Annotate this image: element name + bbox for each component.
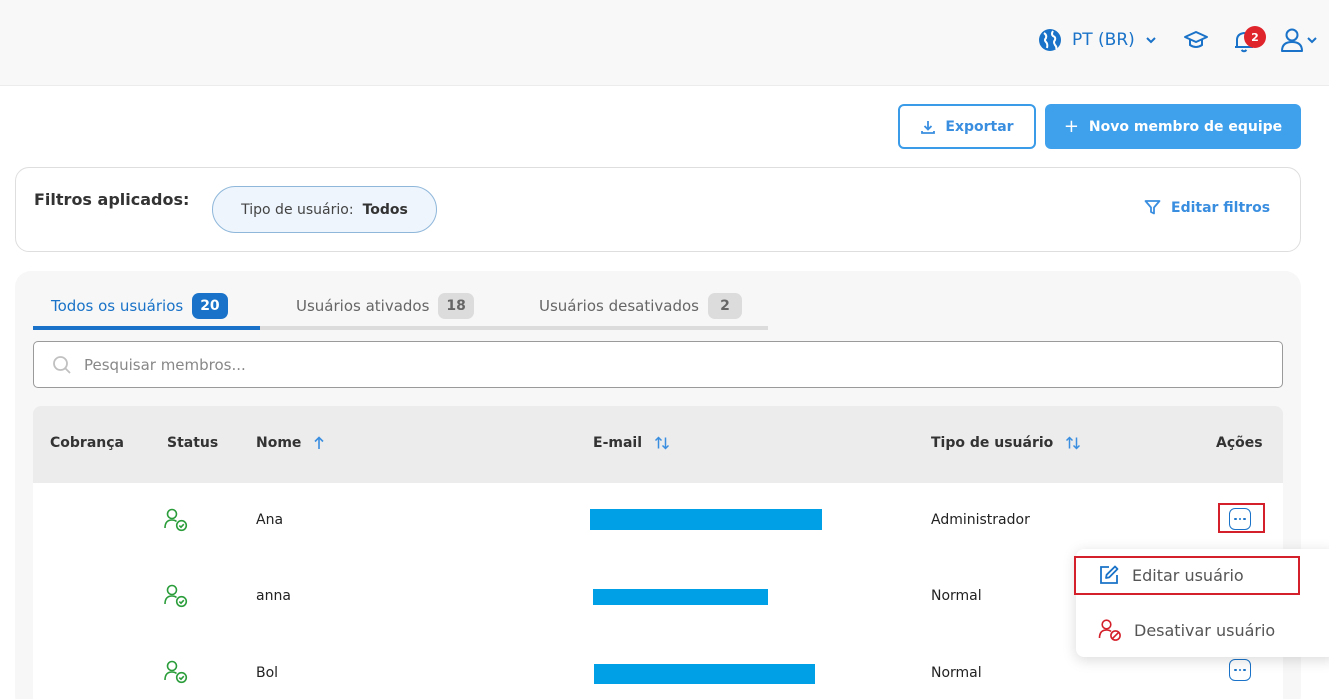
column-billing: Cobrança bbox=[50, 435, 124, 451]
column-billing-label: Cobrança bbox=[50, 435, 124, 451]
column-name-label: Nome bbox=[256, 435, 302, 451]
row-actions-menu: Editar usuário Desativar usuário bbox=[1074, 549, 1329, 657]
new-member-button[interactable]: + Novo membro de equipe bbox=[1045, 104, 1301, 149]
column-status-label: Status bbox=[167, 435, 219, 451]
deactivate-user-label: Desativar usuário bbox=[1134, 620, 1276, 640]
user-active-icon bbox=[164, 660, 188, 684]
search-icon bbox=[53, 355, 71, 374]
highlight-box bbox=[1218, 503, 1265, 533]
filters-label: Filtros aplicados: bbox=[34, 190, 190, 209]
column-status: Status bbox=[167, 435, 218, 451]
redacted-email bbox=[594, 664, 815, 684]
column-actions: Ações bbox=[1216, 435, 1263, 451]
export-label: Exportar bbox=[945, 118, 1014, 135]
edit-filters-button[interactable]: Editar filtros bbox=[1144, 199, 1270, 216]
edit-filters-label: Editar filtros bbox=[1171, 199, 1271, 216]
dot bbox=[1234, 668, 1237, 672]
row-actions-button[interactable] bbox=[1229, 659, 1251, 681]
funnel-icon bbox=[1144, 200, 1161, 215]
tab-count: 2 bbox=[707, 293, 742, 319]
dot bbox=[1243, 668, 1246, 672]
dot bbox=[1238, 668, 1242, 672]
tab-active-users[interactable]: Usuários ativados 18 bbox=[296, 293, 474, 319]
user-name: Ana bbox=[256, 512, 284, 528]
user-type: Administrador bbox=[931, 512, 1030, 528]
tab-all-users[interactable]: Todos os usuários 20 bbox=[51, 293, 228, 319]
filter-chip-user-type[interactable]: Tipo de usuário: Todos bbox=[212, 186, 437, 233]
user-deactivate-icon bbox=[1098, 619, 1121, 641]
plus-icon: + bbox=[1063, 116, 1079, 137]
tab-label: Usuários ativados bbox=[296, 297, 430, 315]
notification-badge: 2 bbox=[1244, 26, 1266, 48]
column-email[interactable]: E-mail bbox=[593, 435, 670, 451]
column-email-label: E-mail bbox=[593, 435, 643, 451]
column-name[interactable]: Nome bbox=[256, 435, 325, 451]
search-input[interactable] bbox=[84, 355, 1234, 374]
column-actions-label: Ações bbox=[1216, 435, 1263, 451]
tab-label: Todos os usuários bbox=[51, 297, 184, 315]
sort-ascending-icon[interactable] bbox=[313, 436, 325, 450]
graduation-cap-button[interactable] bbox=[1183, 27, 1209, 57]
table-row: Ana Administrador bbox=[33, 483, 1283, 559]
redacted-email bbox=[593, 589, 768, 605]
user-type: Normal bbox=[931, 588, 982, 604]
language-selector[interactable]: PT (BR) bbox=[1038, 28, 1157, 52]
column-user-type[interactable]: Tipo de usuário bbox=[931, 435, 1081, 451]
search-box bbox=[33, 341, 1283, 388]
globe-icon bbox=[1039, 29, 1061, 51]
download-icon bbox=[921, 120, 936, 134]
user-menu-button[interactable] bbox=[1280, 27, 1322, 59]
user-active-icon bbox=[164, 508, 188, 532]
tab-count: 20 bbox=[192, 293, 228, 319]
deactivate-user-menu-item[interactable]: Desativar usuário bbox=[1076, 609, 1329, 651]
filter-chip-value: Todos bbox=[362, 201, 408, 218]
applied-filters-panel: Filtros aplicados: Tipo de usuário: Todo… bbox=[15, 167, 1301, 252]
table-header: Cobrança Status Nome E-mail Tipo de usuá… bbox=[33, 406, 1283, 483]
user-active-icon bbox=[164, 584, 188, 608]
new-member-label: Novo membro de equipe bbox=[1088, 118, 1283, 135]
user-name: anna bbox=[256, 588, 291, 604]
highlight-box bbox=[1074, 556, 1300, 595]
tab-count: 18 bbox=[438, 293, 474, 319]
tab-label: Usuários desativados bbox=[539, 297, 699, 315]
user-type: Normal bbox=[931, 665, 982, 681]
column-user-type-label: Tipo de usuário bbox=[931, 435, 1054, 451]
user-icon bbox=[1281, 28, 1317, 52]
tab-deactivated-users[interactable]: Usuários desativados 2 bbox=[539, 293, 742, 319]
chevron-down-icon bbox=[1146, 37, 1156, 44]
language-label: PT (BR) bbox=[1072, 30, 1135, 50]
sort-toggle-icon[interactable] bbox=[654, 436, 670, 450]
sort-toggle-icon[interactable] bbox=[1065, 436, 1081, 450]
export-button[interactable]: Exportar bbox=[898, 104, 1036, 149]
redacted-email bbox=[590, 509, 822, 530]
tab-active-indicator bbox=[33, 326, 260, 330]
filter-chip-key: Tipo de usuário: bbox=[241, 201, 354, 218]
graduation-cap-icon bbox=[1184, 31, 1208, 48]
top-bar: PT (BR) 2 bbox=[0, 0, 1329, 86]
user-name: Bol bbox=[256, 665, 279, 681]
